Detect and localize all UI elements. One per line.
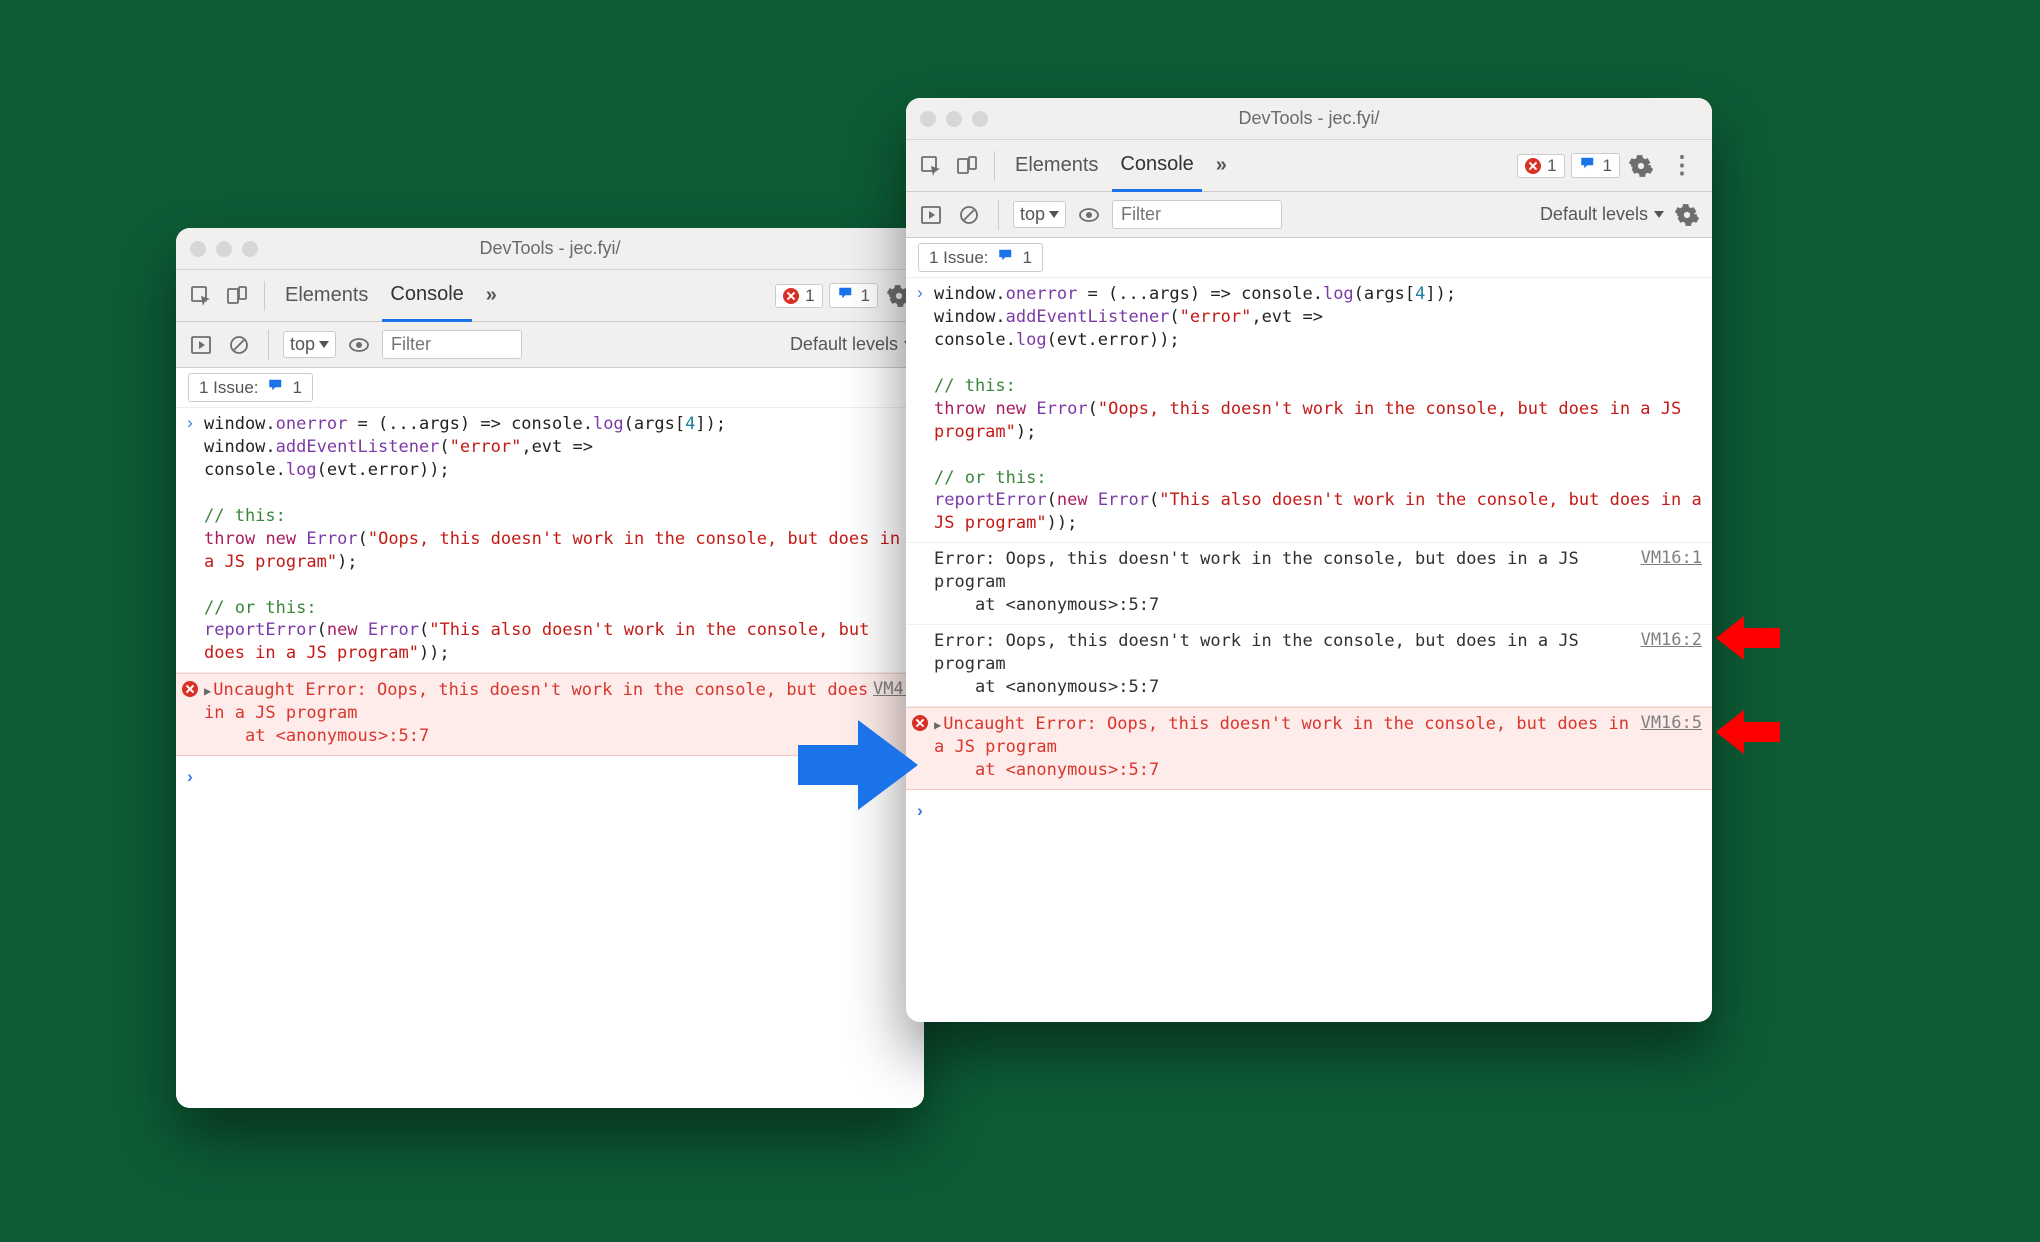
- console-code: window.onerror = (...args) => console.lo…: [204, 408, 924, 672]
- console-error-row[interactable]: ▶Uncaught Error: Oops, this doesn't work…: [906, 707, 1712, 790]
- error-badge[interactable]: 1: [775, 284, 822, 308]
- live-expression-icon[interactable]: [344, 330, 374, 360]
- traffic-lights[interactable]: [906, 111, 988, 127]
- window-titlebar[interactable]: DevTools - jec.fyi/: [906, 98, 1712, 140]
- console-log-row[interactable]: Error: Oops, this doesn't work in the co…: [906, 543, 1712, 625]
- zoom-dot[interactable]: [972, 111, 988, 127]
- tab-elements[interactable]: Elements: [1007, 140, 1106, 192]
- console-prompt[interactable]: ›: [906, 790, 1712, 831]
- chevron-down-icon: [1654, 211, 1664, 218]
- error-icon: [783, 288, 799, 304]
- divider: [264, 281, 265, 311]
- console-filterbar: top Default levels: [906, 192, 1712, 238]
- log-message: Error: Oops, this doesn't work in the co…: [934, 543, 1641, 624]
- context-select[interactable]: top: [283, 331, 336, 358]
- window-title: DevTools - jec.fyi/: [176, 238, 924, 259]
- tab-console[interactable]: Console: [1112, 140, 1201, 192]
- filter-input[interactable]: [1112, 200, 1282, 229]
- tab-elements[interactable]: Elements: [277, 270, 376, 322]
- issue-icon: [1579, 155, 1597, 176]
- console-input-row[interactable]: › window.onerror = (...args) => console.…: [906, 278, 1712, 543]
- devtools-window-before: DevTools - jec.fyi/ Elements Console » 1…: [176, 228, 924, 1108]
- error-badge[interactable]: 1: [1517, 154, 1564, 178]
- more-tabs[interactable]: »: [478, 284, 505, 307]
- issue-badge[interactable]: 1: [829, 283, 878, 308]
- toggle-sidebar-icon[interactable]: [916, 200, 946, 230]
- issue-icon: [267, 377, 285, 398]
- minimize-dot[interactable]: [946, 111, 962, 127]
- console-input-row[interactable]: › window.onerror = (...args) => console.…: [176, 408, 924, 673]
- toggle-sidebar-icon[interactable]: [186, 330, 216, 360]
- traffic-lights[interactable]: [176, 241, 258, 257]
- console-filterbar: top Default levels: [176, 322, 924, 368]
- expand-icon[interactable]: ▶: [204, 683, 211, 699]
- blue-arrow-annotation: [798, 720, 918, 810]
- error-message: Uncaught Error: Oops, this doesn't work …: [934, 714, 1639, 780]
- error-icon: [1525, 158, 1541, 174]
- filter-input[interactable]: [382, 330, 522, 359]
- divider: [994, 151, 995, 181]
- issue-pill[interactable]: 1 Issue: 1: [188, 373, 313, 402]
- log-levels-select[interactable]: Default levels: [1540, 204, 1664, 225]
- error-message: Uncaught Error: Oops, this doesn't work …: [204, 680, 879, 746]
- console-body: › window.onerror = (...args) => console.…: [906, 278, 1712, 1022]
- window-title: DevTools - jec.fyi/: [906, 108, 1712, 129]
- console-code: window.onerror = (...args) => console.lo…: [934, 278, 1712, 542]
- issue-bar: 1 Issue: 1: [176, 368, 924, 408]
- divider: [268, 330, 269, 360]
- console-settings-icon[interactable]: [1672, 200, 1702, 230]
- chevron-down-icon: [319, 341, 329, 348]
- log-levels-select[interactable]: Default levels: [790, 334, 914, 355]
- more-menu-icon[interactable]: ⋮: [1662, 151, 1702, 180]
- chevron-down-icon: [1049, 211, 1059, 218]
- device-toggle-icon[interactable]: [952, 151, 982, 181]
- inspect-icon[interactable]: [916, 151, 946, 181]
- console-log-row[interactable]: Error: Oops, this doesn't work in the co…: [906, 625, 1712, 707]
- devtools-window-after: DevTools - jec.fyi/ Elements Console » 1…: [906, 98, 1712, 1022]
- issue-bar: 1 Issue: 1: [906, 238, 1712, 278]
- clear-console-icon[interactable]: [224, 330, 254, 360]
- source-link[interactable]: VM16:2: [1641, 625, 1712, 650]
- issue-icon: [837, 285, 855, 306]
- settings-icon[interactable]: [1626, 151, 1656, 181]
- context-select[interactable]: top: [1013, 201, 1066, 228]
- live-expression-icon[interactable]: [1074, 200, 1104, 230]
- log-message: Error: Oops, this doesn't work in the co…: [934, 625, 1641, 706]
- main-toolbar: Elements Console » 1 1 ⋮: [906, 140, 1712, 192]
- main-toolbar: Elements Console » 1 1: [176, 270, 924, 322]
- expand-icon[interactable]: ▶: [934, 717, 941, 733]
- source-link[interactable]: VM16:1: [1641, 543, 1712, 568]
- issue-pill[interactable]: 1 Issue: 1: [918, 243, 1043, 272]
- error-icon: [182, 681, 198, 697]
- zoom-dot[interactable]: [242, 241, 258, 257]
- source-link[interactable]: VM16:5: [1641, 708, 1712, 733]
- issue-badge[interactable]: 1: [1571, 153, 1620, 178]
- inspect-icon[interactable]: [186, 281, 216, 311]
- more-tabs[interactable]: »: [1208, 154, 1235, 177]
- window-titlebar[interactable]: DevTools - jec.fyi/: [176, 228, 924, 270]
- close-dot[interactable]: [190, 241, 206, 257]
- device-toggle-icon[interactable]: [222, 281, 252, 311]
- issue-icon: [997, 247, 1015, 268]
- red-arrow-annotation: [1716, 616, 1780, 660]
- minimize-dot[interactable]: [216, 241, 232, 257]
- divider: [998, 200, 999, 230]
- close-dot[interactable]: [920, 111, 936, 127]
- clear-console-icon[interactable]: [954, 200, 984, 230]
- tab-console[interactable]: Console: [382, 270, 471, 322]
- red-arrow-annotation: [1716, 710, 1780, 754]
